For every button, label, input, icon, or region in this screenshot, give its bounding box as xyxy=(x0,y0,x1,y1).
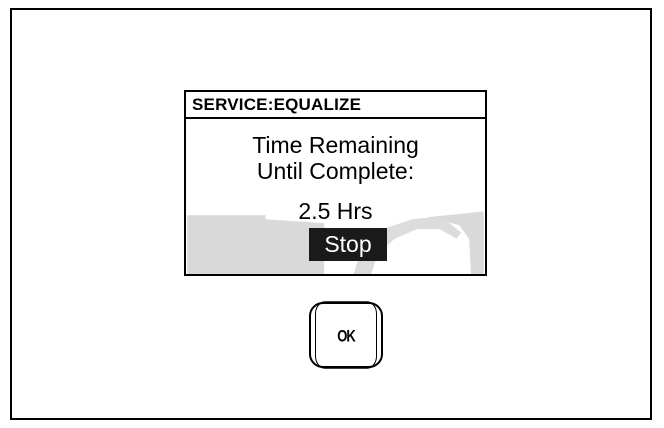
time-value: 2.5 Hrs xyxy=(298,198,373,224)
screen-header: SERVICE:EQUALIZE xyxy=(186,92,485,119)
ok-button[interactable]: OK xyxy=(309,301,383,369)
stop-button[interactable]: Stop xyxy=(309,228,387,261)
time-remaining-label: Time Remaining xyxy=(252,132,419,158)
screen-title: SERVICE:EQUALIZE xyxy=(192,95,362,114)
lcd-screen: SERVICE:EQUALIZE Time Remaining Until Co… xyxy=(184,90,487,276)
screen-body: Time Remaining Until Complete: 2.5 Hrs S… xyxy=(186,119,485,274)
until-complete-label: Until Complete: xyxy=(256,158,415,184)
device-panel: SERVICE:EQUALIZE Time Remaining Until Co… xyxy=(10,8,652,420)
ok-button-label: OK xyxy=(315,301,377,369)
